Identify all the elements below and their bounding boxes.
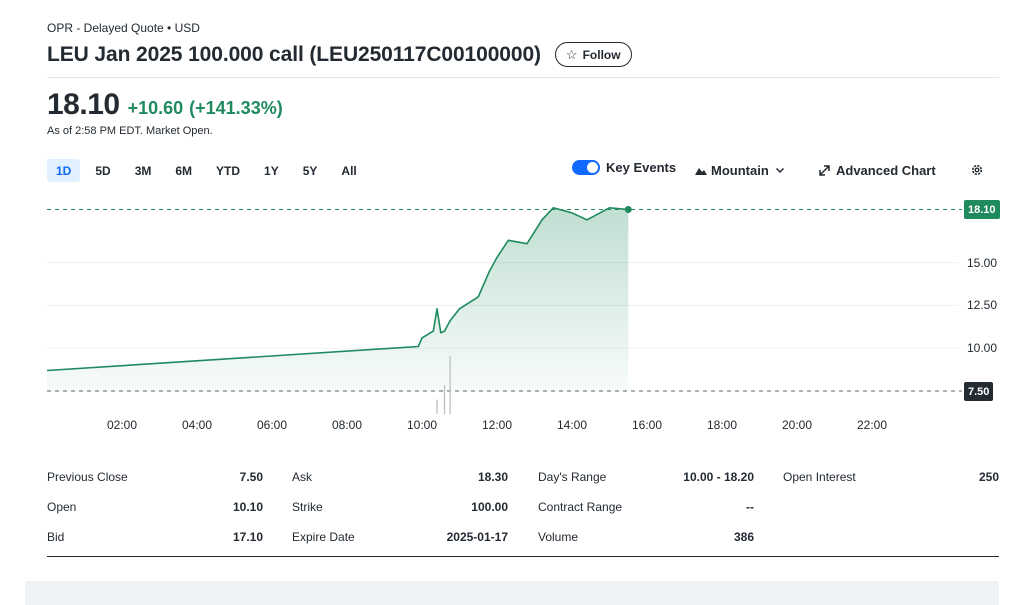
stat-row: Strike 100.00 (292, 492, 508, 522)
range-tab-5y[interactable]: 5Y (294, 159, 327, 182)
stat-row: Ask 18.30 (292, 462, 508, 492)
range-tab-5d[interactable]: 5D (86, 159, 119, 182)
stat-label: Day's Range (538, 470, 607, 484)
stat-value: 386 (733, 530, 754, 544)
x-tick-label: 02:00 (106, 418, 138, 432)
x-tick-label: 16:00 (631, 418, 663, 432)
range-tabs: 1D 5D 3M 6M YTD 1Y 5Y All (47, 159, 372, 182)
stat-row: Open 10.10 (47, 492, 263, 522)
stat-value: 10.10 (232, 500, 263, 514)
x-tick-label: 20:00 (781, 418, 813, 432)
stat-row: Contract Range -- (538, 492, 754, 522)
last-price: 18.10 (47, 88, 120, 121)
stat-label: Open (47, 500, 77, 514)
range-tab-ytd[interactable]: YTD (207, 159, 249, 182)
title-row: LEU Jan 2025 100.000 call (LEU250117C001… (47, 42, 632, 67)
previous-close-tag: 7.50 (964, 382, 994, 401)
stat-label: Previous Close (47, 470, 128, 484)
range-tab-6m[interactable]: 6M (166, 159, 201, 182)
y-tick-label: 15.00 (967, 255, 998, 270)
price-area (47, 207, 629, 391)
x-tick-label: 14:00 (556, 418, 588, 432)
x-tick-label: 08:00 (331, 418, 363, 432)
stat-row: Day's Range 10.00 - 18.20 (538, 462, 754, 492)
x-tick-label: 06:00 (256, 418, 288, 432)
stat-row: Expire Date 2025-01-17 (292, 522, 508, 552)
expand-icon (819, 165, 830, 176)
x-tick-label: 18:00 (706, 418, 738, 432)
stat-value: 7.50 (239, 470, 263, 484)
stat-value: 100.00 (471, 500, 508, 514)
gear-icon (971, 164, 983, 176)
stat-value: 250 (978, 470, 999, 484)
stats-column-1: Previous Close 7.50 Open 10.10 Bid 17.10 (47, 462, 263, 552)
stat-value: 10.00 - 18.20 (683, 470, 754, 484)
range-tab-1y[interactable]: 1Y (255, 159, 288, 182)
x-tick-label: 12:00 (481, 418, 513, 432)
price-row: 18.10 +10.60 (+141.33%) (47, 88, 283, 122)
stat-row: Volume 386 (538, 522, 754, 552)
x-tick-label: 04:00 (181, 418, 213, 432)
price-change-percent: (+141.33%) (189, 98, 283, 118)
star-icon: ☆ (565, 46, 578, 62)
stats-column-3: Day's Range 10.00 - 18.20 Contract Range --… (538, 462, 754, 552)
x-tick-label: 10:00 (406, 418, 438, 432)
range-tab-3m[interactable]: 3M (126, 159, 161, 182)
chart-type-menu[interactable]: Mountain (695, 163, 785, 178)
chart-type-label: Mountain (711, 163, 769, 178)
price-chart[interactable] (0, 195, 1024, 440)
mountain-icon (695, 168, 707, 175)
advanced-chart-label: Advanced Chart (836, 163, 936, 178)
key-events-toggle[interactable]: Key Events (572, 160, 676, 175)
y-tick-label: 12.50 (967, 298, 998, 313)
x-tick-label: 22:00 (856, 418, 888, 432)
stats-column-2: Ask 18.30 Strike 100.00 Expire Date 2025-01-1… (292, 462, 508, 552)
header-divider (47, 77, 999, 78)
volume-bar (436, 399, 438, 414)
as-of-timestamp: As of 2:58 PM EDT. Market Open. (47, 125, 213, 137)
stat-value: 18.30 (477, 470, 508, 484)
stat-label: Ask (292, 470, 313, 484)
stats-divider (47, 556, 999, 557)
chevron-down-icon (775, 167, 784, 174)
stat-label: Contract Range (538, 500, 623, 514)
follow-label: Follow (582, 47, 621, 62)
stat-label: Strike (292, 500, 323, 514)
page-title: LEU Jan 2025 100.000 call (LEU250117C001… (47, 42, 541, 66)
stat-label: Volume (538, 530, 579, 544)
footer-band (25, 581, 999, 605)
advanced-chart-link[interactable]: Advanced Chart (819, 163, 936, 178)
key-events-label: Key Events (606, 160, 677, 175)
price-change: +10.60 (127, 98, 184, 118)
chart-settings-button[interactable] (970, 163, 984, 177)
stat-value: 17.10 (232, 530, 263, 544)
toggle-switch[interactable] (572, 160, 600, 175)
current-price-tag: 18.10 (964, 200, 1000, 219)
stat-row: Bid 17.10 (47, 522, 263, 552)
last-price-dot (624, 206, 632, 213)
stats-column-4: Open Interest 250 (783, 462, 999, 492)
stat-row: Open Interest 250 (783, 462, 999, 492)
stat-value: -- (746, 500, 754, 514)
stat-label: Bid (47, 530, 65, 544)
stat-label: Open Interest (783, 470, 856, 484)
stat-row: Previous Close 7.50 (47, 462, 263, 492)
volume-bar (443, 385, 446, 414)
y-tick-label: 10.00 (967, 341, 998, 356)
range-tab-all[interactable]: All (332, 159, 365, 182)
follow-button[interactable]: ☆ Follow (554, 42, 632, 67)
range-tab-1d[interactable]: 1D (47, 159, 81, 182)
stat-label: Expire Date (292, 530, 355, 544)
volume-bar (449, 356, 451, 414)
stat-value: 2025-01-17 (446, 530, 508, 544)
quote-source: OPR - Delayed Quote • USD (47, 21, 200, 35)
